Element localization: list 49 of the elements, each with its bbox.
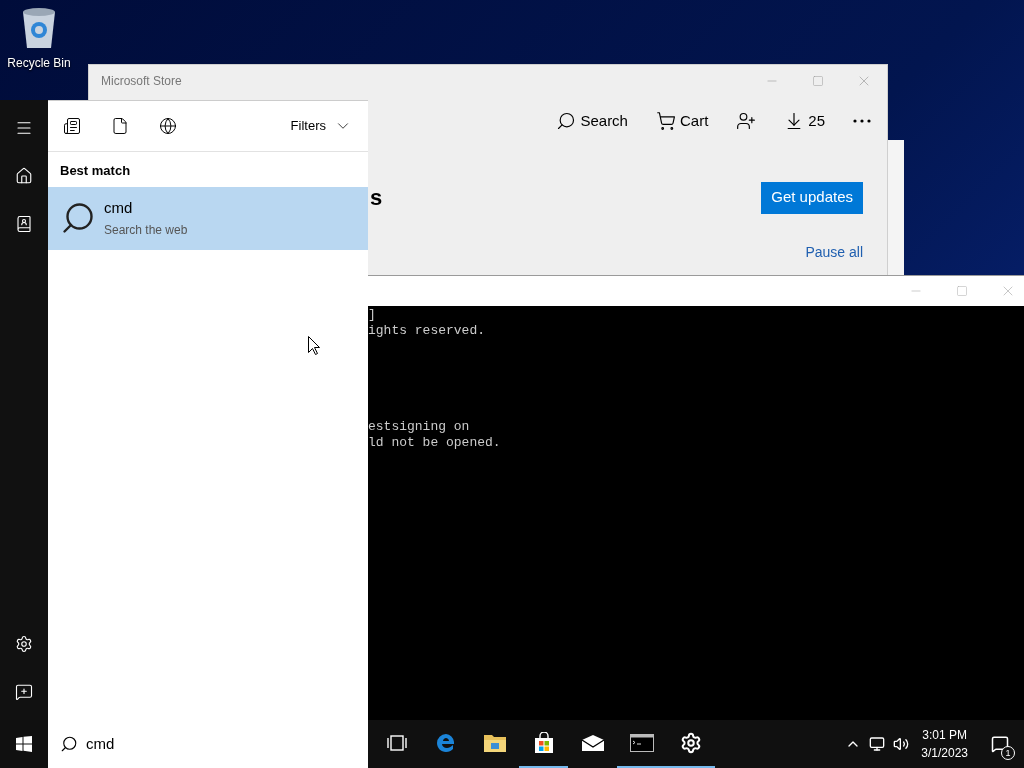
search-icon: [60, 735, 78, 753]
search-icon: [60, 200, 96, 236]
cart-button[interactable]: Cart: [647, 103, 717, 139]
document-icon: [15, 215, 33, 233]
get-updates-button[interactable]: Get updates: [761, 181, 863, 214]
result-subtitle: Search the web: [104, 222, 188, 240]
globe-icon: [159, 117, 177, 135]
feedback-icon: [15, 683, 33, 701]
pause-all-link[interactable]: Pause all: [805, 242, 863, 263]
console-line: ]: [368, 307, 377, 323]
menu-icon: [15, 119, 33, 137]
filters-button[interactable]: Filters: [290, 116, 352, 136]
shopping-bag-icon: [532, 732, 555, 754]
browser-icon: [434, 732, 457, 754]
search-box[interactable]: cmd: [48, 720, 368, 768]
folder-icon: [482, 733, 507, 753]
page-heading: s: [370, 184, 383, 212]
windows-logo-icon: [16, 736, 32, 752]
maximize-icon: [812, 75, 824, 87]
document-filter-icon: [111, 117, 129, 135]
notification-badge: 1: [1001, 746, 1015, 760]
clock[interactable]: 3:01 PM 3/1/2023: [913, 726, 976, 762]
downloads-button[interactable]: 25: [776, 103, 833, 139]
desktop-icon-label: Recycle Bin: [7, 55, 71, 72]
search-result[interactable]: cmd Search the web: [48, 186, 368, 250]
search-icon: [556, 111, 577, 131]
task-view-icon: [386, 735, 407, 751]
mail-icon: [580, 734, 605, 752]
result-title: cmd: [104, 197, 134, 218]
ellipsis-icon: [853, 119, 871, 123]
home-icon: [15, 167, 33, 185]
window-title: Microsoft Store: [101, 73, 183, 90]
console-line: estsigning on: [368, 419, 471, 435]
cart-icon: [655, 111, 676, 131]
section-heading: Best match: [59, 162, 132, 180]
apps-filter-icon: [63, 117, 81, 135]
settings-icon: [15, 635, 33, 653]
mouse-cursor-icon: [308, 336, 320, 355]
add-person-icon: [736, 111, 757, 131]
network-icon[interactable]: [869, 736, 886, 752]
console-line: ights reserved.: [368, 323, 487, 339]
search-button[interactable]: Search: [548, 103, 636, 139]
console-icon: [629, 734, 654, 752]
notifications-button[interactable]: 1: [976, 720, 1024, 768]
volume-icon[interactable]: [893, 736, 910, 752]
maximize-icon: [956, 285, 968, 297]
search-box-text: cmd: [86, 733, 115, 754]
settings-icon: [679, 732, 702, 754]
console-line: ld not be opened.: [368, 435, 502, 451]
